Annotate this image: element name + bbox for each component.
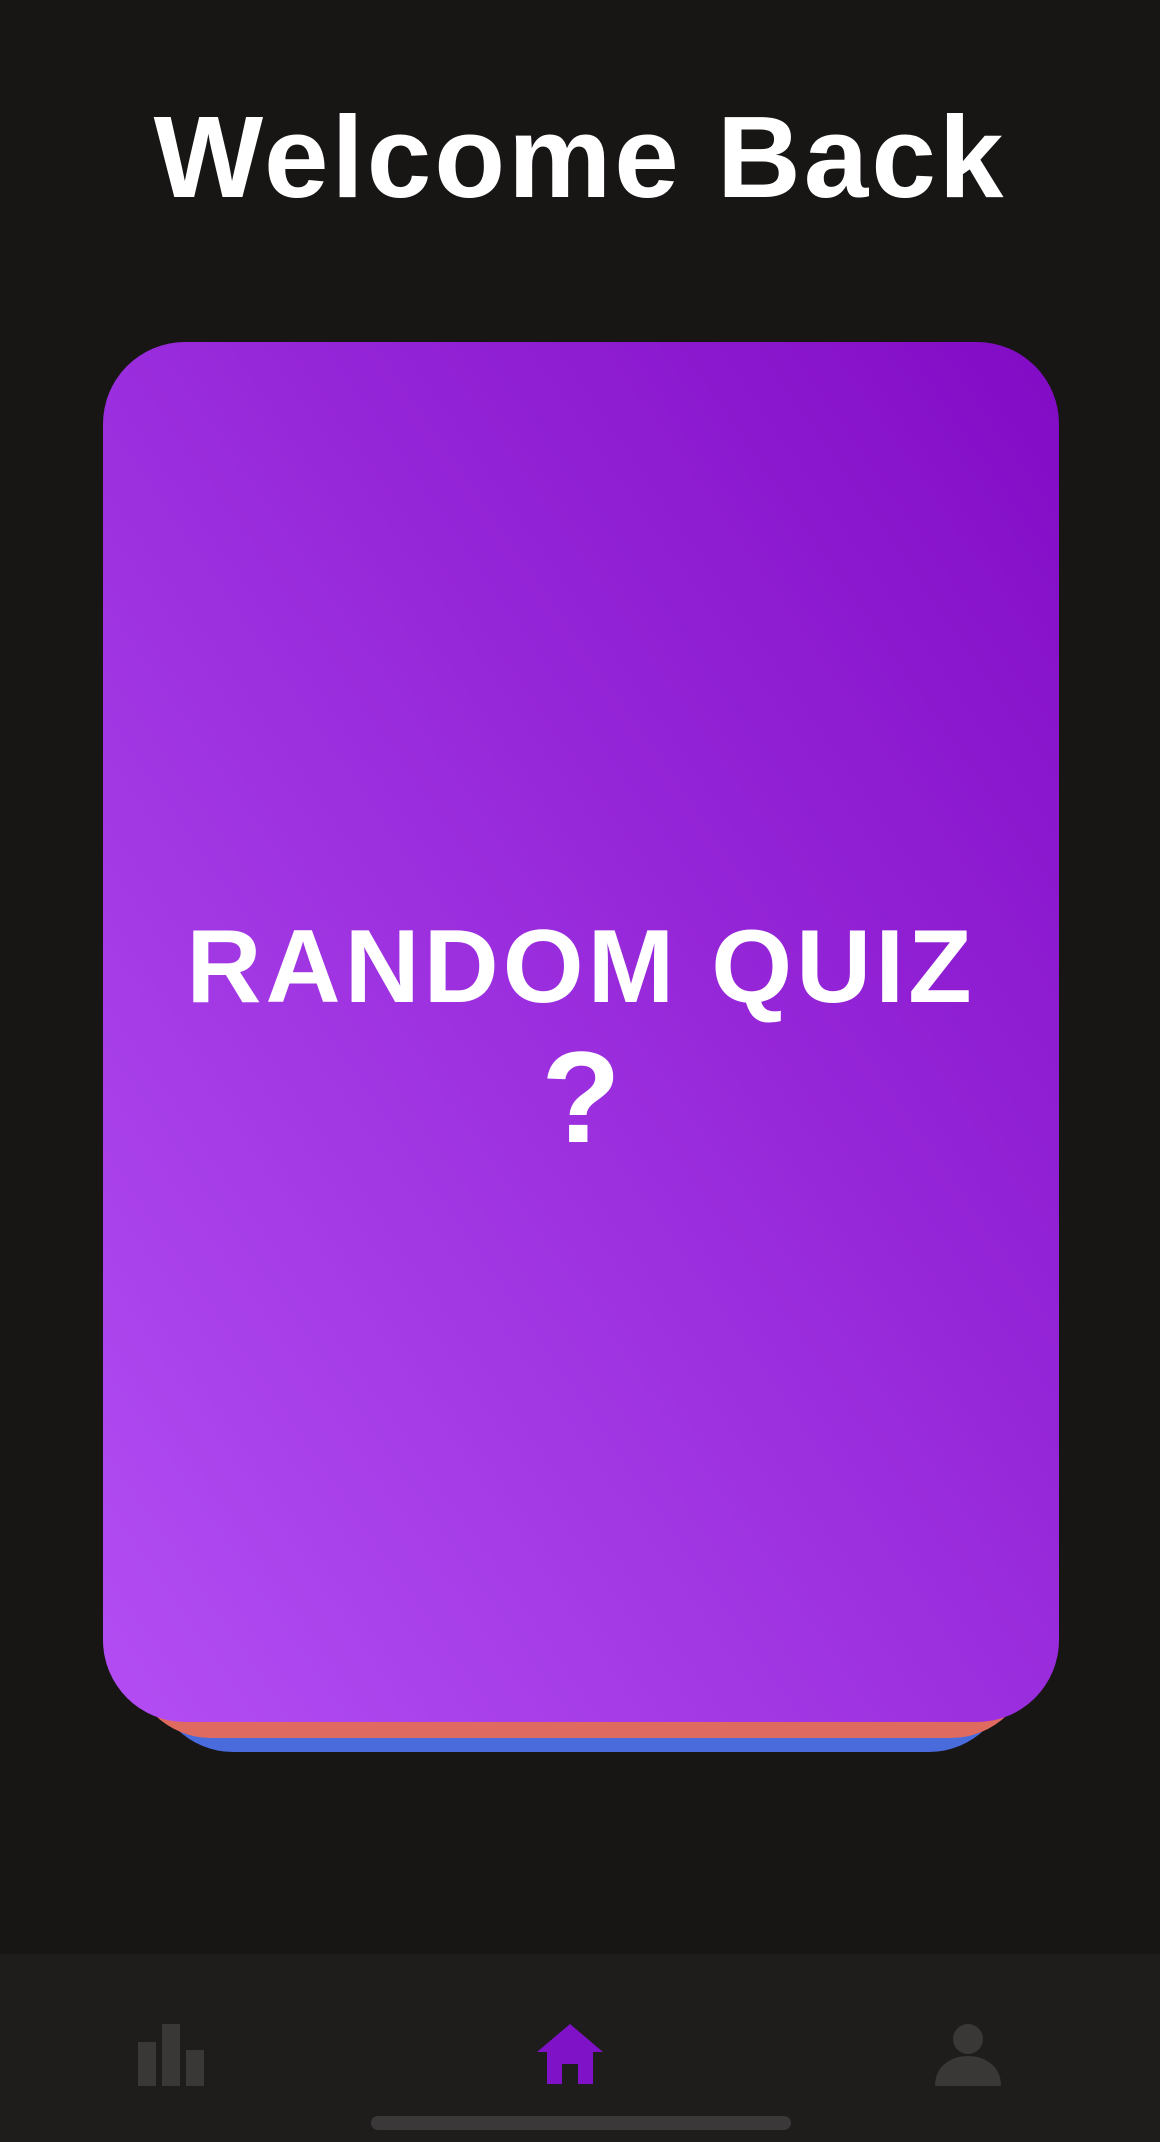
tab-home[interactable] (535, 2022, 625, 2092)
home-indicator (371, 2116, 791, 2130)
bottom-tab-bar (0, 1954, 1160, 2142)
person-icon (935, 2024, 1001, 2086)
tab-stats[interactable] (136, 2022, 226, 2092)
random-quiz-card[interactable]: RANDOM QUIZ ? (103, 342, 1059, 1722)
bar-chart-icon (138, 2024, 204, 2086)
card-title: RANDOM QUIZ (186, 909, 976, 1025)
page-title: Welcome Back (153, 92, 1007, 222)
question-mark-icon: ? (541, 1024, 621, 1170)
home-icon (537, 2024, 603, 2084)
quiz-card-stack: RANDOM QUIZ ? (103, 342, 1059, 1752)
home-screen: Welcome Back RANDOM QUIZ ? (0, 0, 1160, 2142)
tab-profile[interactable] (933, 2022, 1023, 2092)
